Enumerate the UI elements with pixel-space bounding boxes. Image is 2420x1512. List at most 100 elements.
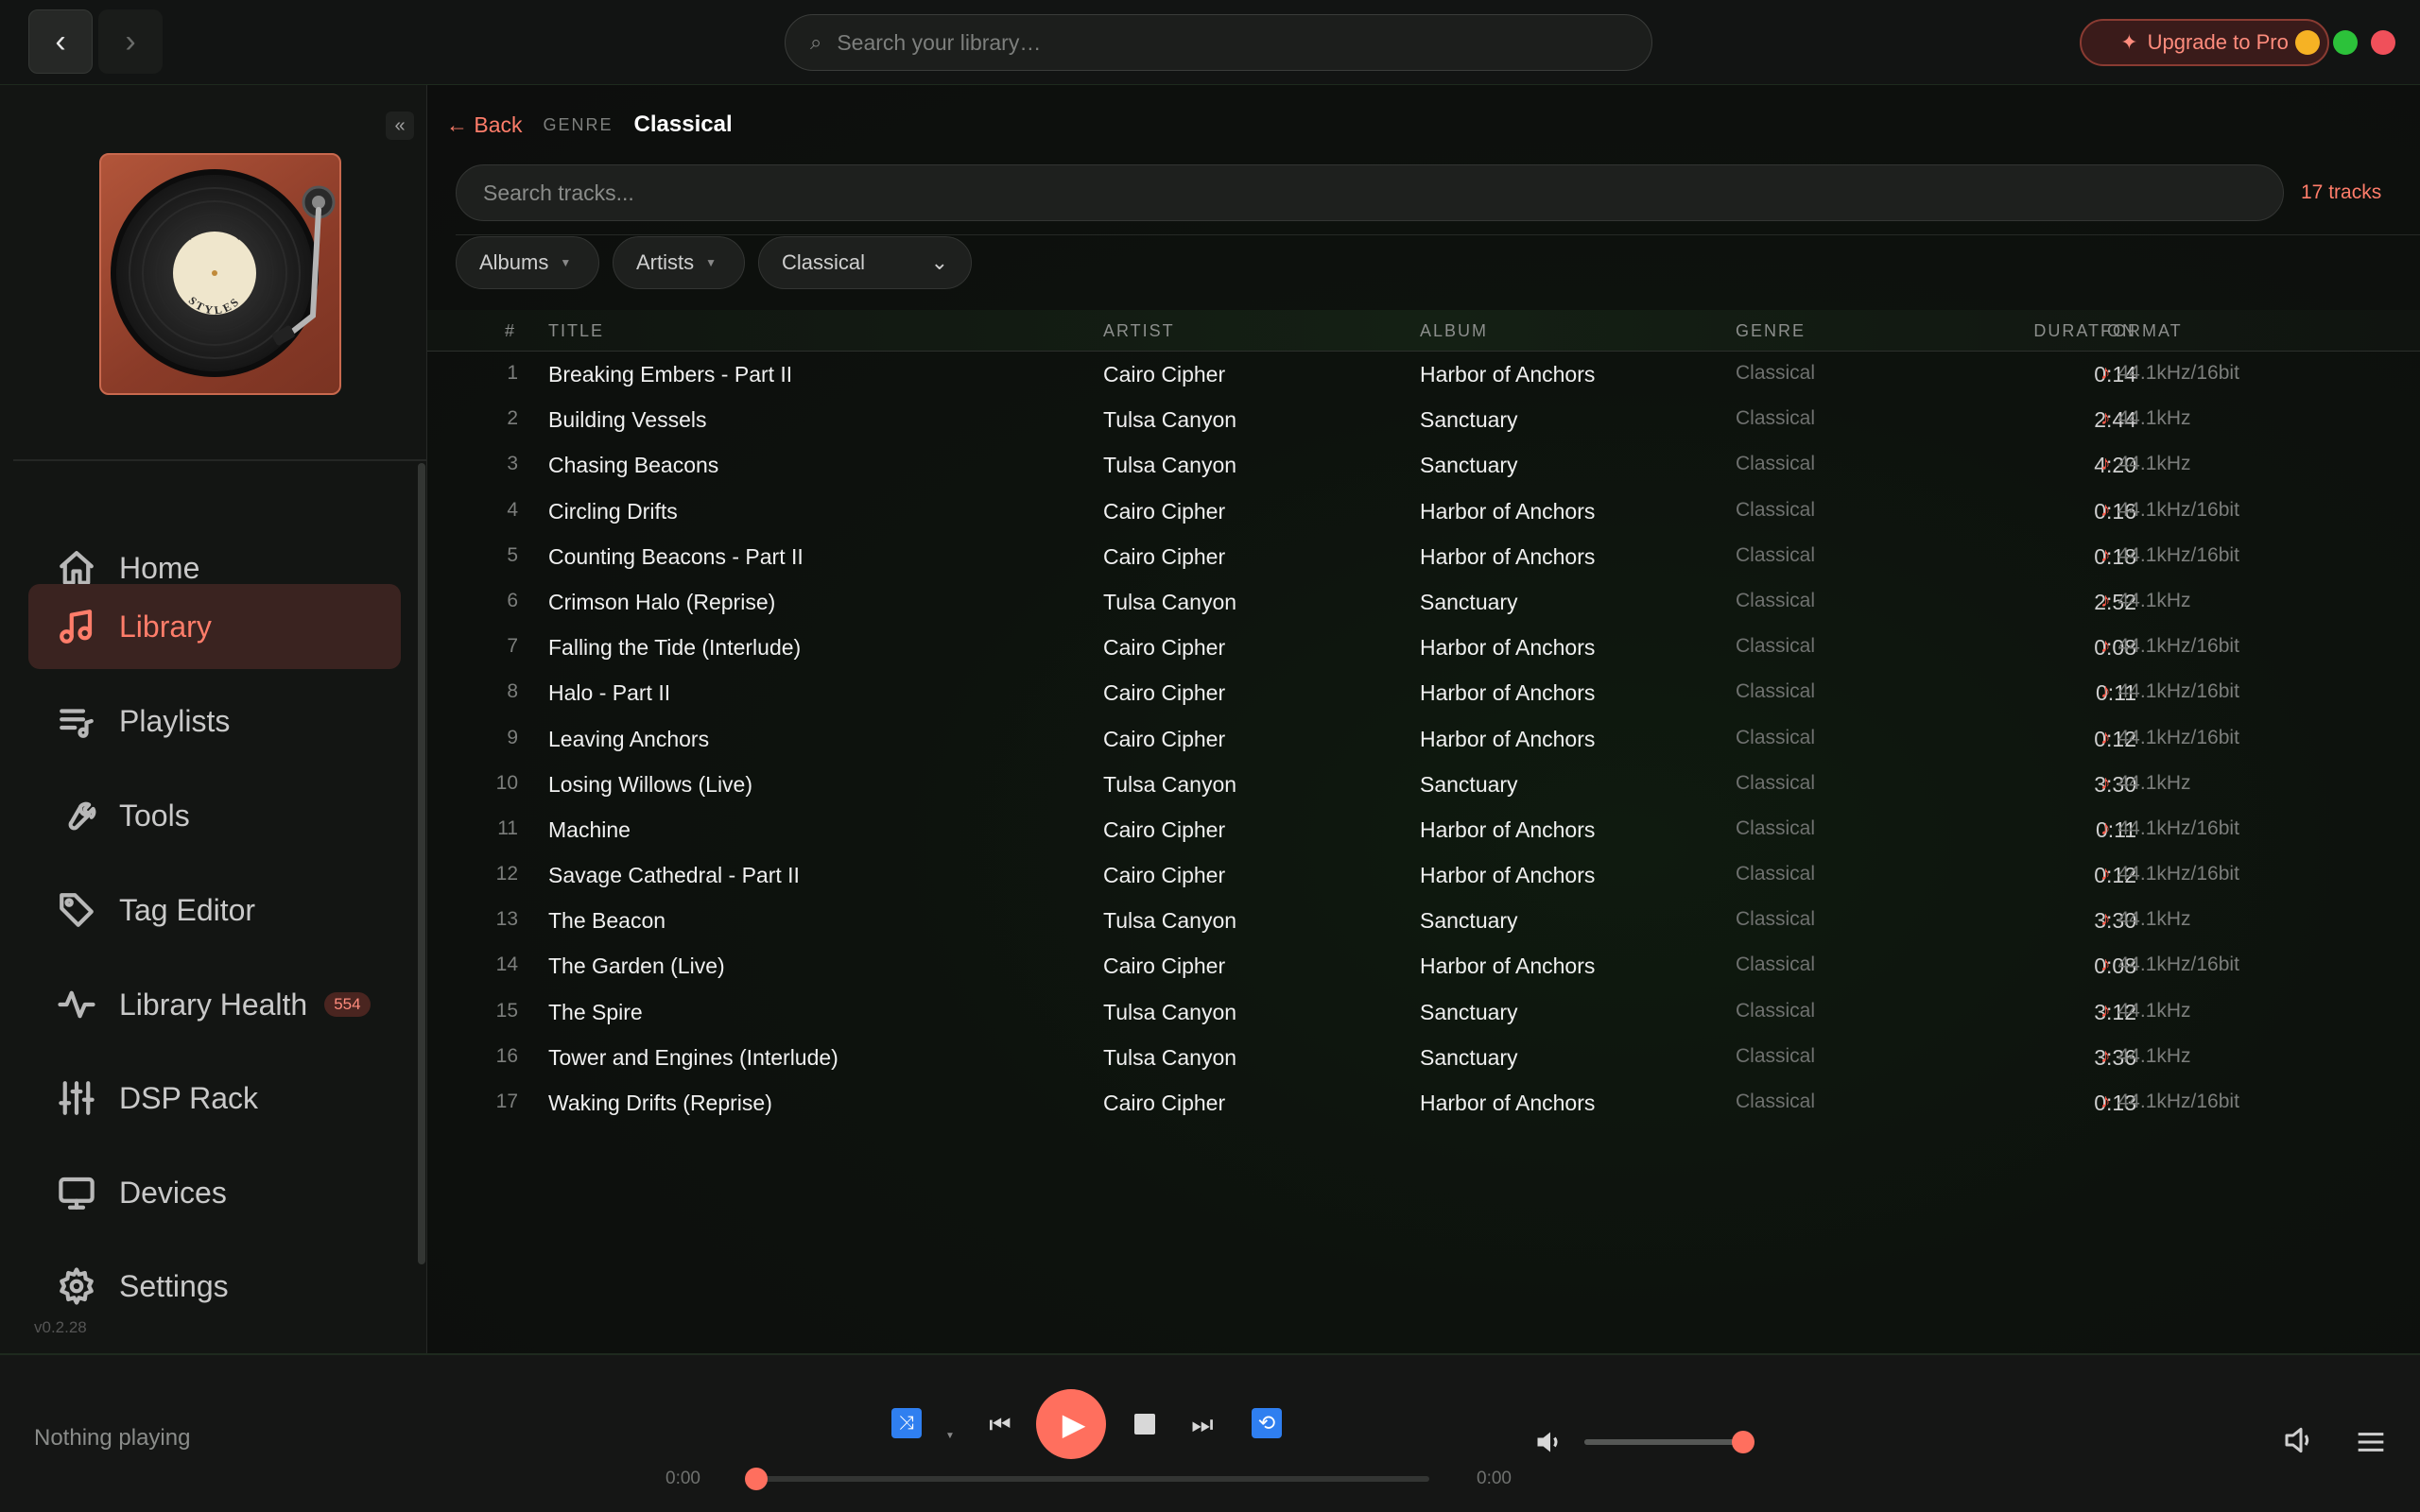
track-format-value: 44.1kHz: [2118, 589, 2191, 611]
track-format: ♪ 44.1kHz/16bit: [2100, 635, 2239, 658]
table-row[interactable]: 11 Machine Cairo Cipher Harbor of Anchors Cl…: [427, 807, 2420, 852]
chevron-down-icon: ⌄: [930, 250, 948, 274]
track-artist: Tulsa Canyon: [1103, 453, 1237, 478]
table-row[interactable]: 10 Losing Willows (Live) Tulsa Canyon Sanct…: [427, 762, 2420, 807]
column-header-format[interactable]: FORMAT: [2100, 321, 2183, 341]
table-row[interactable]: 6 Crimson Halo (Reprise) Tulsa Canyon Sanct…: [427, 579, 2420, 625]
seek-handle[interactable]: [745, 1468, 768, 1490]
column-header-album[interactable]: ALBUM: [1420, 321, 1488, 341]
track-genre: Classical: [1736, 726, 1816, 748]
track-artist: Tulsa Canyon: [1103, 908, 1237, 934]
track-format-value: 44.1kHz/16bit: [2118, 362, 2239, 384]
track-number: 1: [507, 362, 518, 384]
previous-track-button[interactable]: ⏮: [983, 1408, 1017, 1442]
minimize-window-button[interactable]: [2295, 30, 2320, 55]
forward-button[interactable]: ›: [98, 9, 163, 74]
upgrade-button[interactable]: ✦ Upgrade to Pro: [2080, 19, 2329, 66]
music-note-icon: ♪: [2100, 680, 2111, 703]
track-format: ♪ 44.1kHz/16bit: [2100, 544, 2239, 567]
column-header-number[interactable]: #: [505, 321, 516, 341]
monitor-icon: [59, 1177, 95, 1210]
volume-handle[interactable]: [1732, 1431, 1754, 1453]
table-row[interactable]: 5 Counting Beacons - Part II Cairo Cipher H…: [427, 534, 2420, 579]
sidebar-item-label: Library: [119, 609, 212, 644]
music-note-icon: ♪: [2100, 1044, 2111, 1067]
play-button[interactable]: ▶: [1036, 1389, 1106, 1459]
sidebar-item-library-health[interactable]: Library Health 554: [28, 962, 401, 1047]
library-search[interactable]: ⌕: [785, 14, 1652, 71]
seek-bar[interactable]: [756, 1476, 1429, 1482]
app-version: v0.2.28: [34, 1318, 87, 1336]
albums-filter-dropdown[interactable]: Albums ▼: [456, 236, 599, 289]
genre-select[interactable]: Classical ⌄: [758, 236, 972, 289]
shuffle-mode-dropdown[interactable]: ▼: [945, 1431, 955, 1441]
track-format-value: 44.1kHz/16bit: [2118, 816, 2239, 839]
track-title: Leaving Anchors: [548, 726, 710, 751]
track-genre: Classical: [1736, 362, 1816, 384]
track-album: Sanctuary: [1420, 771, 1518, 797]
table-row[interactable]: 2 Building Vessels Tulsa Canyon Sanctuary Cl…: [427, 397, 2420, 442]
track-album: Harbor of Anchors: [1420, 863, 1596, 888]
column-header-artist[interactable]: ARTIST: [1103, 321, 1175, 341]
close-window-button[interactable]: [2371, 30, 2395, 55]
track-album: Sanctuary: [1420, 407, 1518, 433]
column-header-title[interactable]: TITLE: [548, 321, 604, 341]
music-note-icon: ♪: [2100, 589, 2111, 611]
table-row[interactable]: 14 The Garden (Live) Cairo Cipher Harbor of…: [427, 943, 2420, 988]
table-row[interactable]: 15 The Spire Tulsa Canyon Sanctuary Classica…: [427, 989, 2420, 1035]
speaker-output-icon[interactable]: [2282, 1421, 2320, 1459]
title-bar: ‹ › ⌕ ✦ Upgrade to Pro: [0, 0, 2420, 85]
stop-button[interactable]: [1131, 1410, 1159, 1438]
breadcrumb-back-link[interactable]: ← Back: [446, 112, 523, 138]
volume-icon[interactable]: [1533, 1425, 1567, 1459]
artists-filter-dropdown[interactable]: Artists ▼: [613, 236, 745, 289]
table-row[interactable]: 13 The Beacon Tulsa Canyon Sanctuary Classic…: [427, 898, 2420, 943]
table-row[interactable]: 9 Leaving Anchors Cairo Cipher Harbor of An…: [427, 716, 2420, 762]
table-row[interactable]: 8 Halo - Part II Cairo Cipher Harbor of Anc…: [427, 670, 2420, 715]
sidebar-item-playlists[interactable]: Playlists: [28, 679, 401, 764]
sidebar-scrollbar[interactable]: [418, 463, 425, 1264]
gear-icon: [60, 1267, 94, 1305]
track-title: Machine: [548, 816, 631, 842]
track-format: ♪ 44.1kHz: [2100, 453, 2191, 475]
albums-filter-label: Albums: [479, 250, 549, 274]
table-row[interactable]: 16 Tower and Engines (Interlude) Tulsa Can…: [427, 1035, 2420, 1080]
sidebar-item-tag-editor[interactable]: Tag Editor: [28, 868, 401, 953]
table-row[interactable]: 3 Chasing Beacons Tulsa Canyon Sanctuary Cla…: [427, 442, 2420, 488]
next-track-button[interactable]: ⏭: [1185, 1408, 1219, 1442]
breadcrumb: ← Back GENRE Classical: [446, 106, 733, 144]
search-icon: ⌕: [810, 30, 822, 54]
table-row[interactable]: 1 Breaking Embers - Part II Cairo Cipher Ha…: [427, 352, 2420, 397]
sidebar-item-devices[interactable]: Devices: [28, 1150, 401, 1235]
table-row[interactable]: 4 Circling Drifts Cairo Cipher Harbor of An…: [427, 489, 2420, 534]
volume-slider[interactable]: [1584, 1439, 1743, 1445]
table-row[interactable]: 12 Savage Cathedral - Part II Cairo Cipher…: [427, 852, 2420, 898]
collapse-sidebar-button[interactable]: «: [386, 112, 414, 140]
shuffle-button[interactable]: ⤨: [891, 1408, 922, 1438]
sidebar-item-tools[interactable]: Tools: [28, 773, 401, 858]
shuffle-icon: ⤨: [899, 1412, 914, 1434]
table-row[interactable]: 17 Waking Drifts (Reprise) Cairo Cipher Har…: [427, 1080, 2420, 1125]
sidebar-item-dsp-rack[interactable]: DSP Rack: [28, 1056, 401, 1141]
track-format-value: 44.1kHz: [2118, 999, 2191, 1022]
track-search[interactable]: [456, 164, 2284, 221]
sidebar-item-label: Tag Editor: [119, 892, 256, 927]
track-format: ♪ 44.1kHz: [2100, 1045, 2191, 1068]
sidebar-item-label: Playlists: [119, 703, 231, 738]
sidebar-item-library[interactable]: Library: [28, 584, 401, 669]
library-search-input[interactable]: [837, 29, 1613, 56]
track-search-input[interactable]: [483, 180, 2232, 206]
table-row[interactable]: 7 Falling the Tide (Interlude) Cairo Ciphe…: [427, 625, 2420, 670]
column-header-genre[interactable]: GENRE: [1736, 321, 1806, 341]
back-button[interactable]: ‹: [28, 9, 93, 74]
repeat-button[interactable]: ⟲: [1252, 1408, 1282, 1438]
sidebar-item-label: Devices: [119, 1175, 227, 1210]
track-artist: Cairo Cipher: [1103, 680, 1226, 706]
track-number: 9: [507, 726, 518, 748]
track-format: ♪ 44.1kHz/16bit: [2100, 499, 2239, 522]
maximize-window-button[interactable]: [2333, 30, 2358, 55]
track-album: Harbor of Anchors: [1420, 726, 1596, 751]
queue-menu-icon[interactable]: [2352, 1423, 2390, 1461]
tag-icon: [60, 893, 94, 927]
sidebar-item-settings[interactable]: Settings: [28, 1244, 401, 1329]
